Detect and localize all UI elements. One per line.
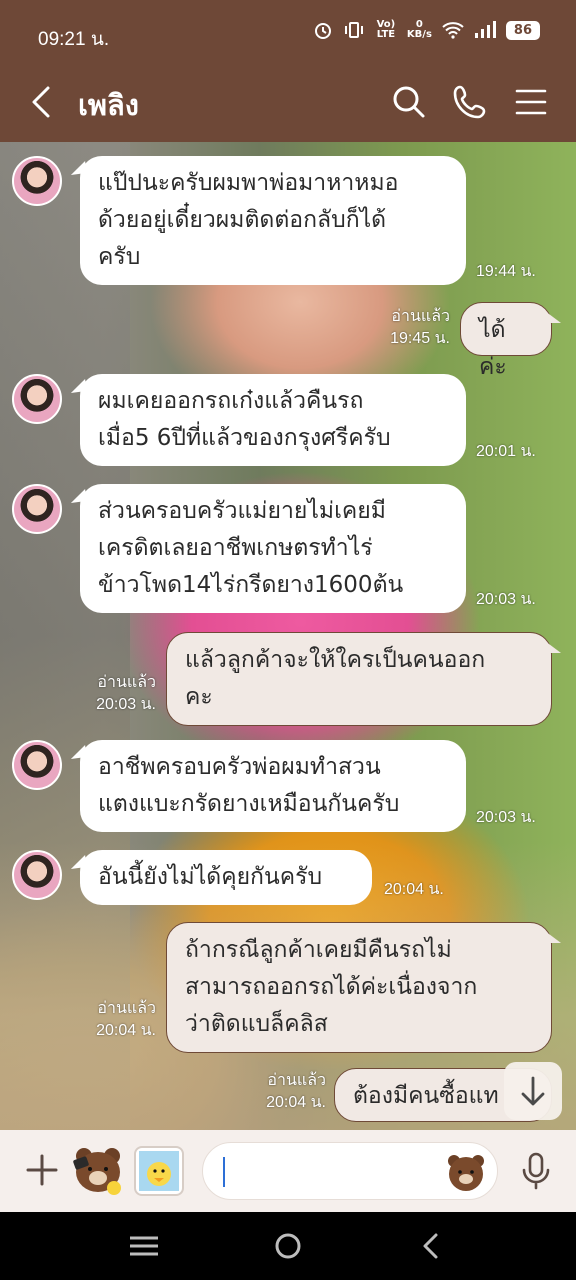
message-time: 20:04 น. (384, 881, 444, 898)
message-line: ด้วยอยู่เดี๋ยวผมติดต่อกลับก็ได้ (98, 207, 387, 233)
net-speed-unit: KB/s (406, 29, 432, 40)
message-line: ถ้ากรณีลูกค้าเคยมีคืนรถไม่ (185, 937, 452, 963)
message-time: 20:03 น. (476, 809, 536, 826)
scroll-to-bottom-button[interactable] (504, 1062, 562, 1120)
battery-indicator: 86 (505, 20, 540, 40)
message-line: ว่าติดแบล็คลิส (185, 1011, 328, 1037)
back-nav-icon[interactable] (412, 1230, 452, 1262)
signal-icon (474, 21, 496, 38)
message-time: 20:03 น. (96, 696, 156, 713)
wifi-icon (442, 22, 464, 39)
message-time: 20:03 น. (476, 591, 536, 608)
avatar[interactable] (12, 740, 62, 790)
incoming-message-bubble[interactable]: อันนี้ยังไม่ได้คุยกันครับ (80, 850, 372, 905)
message-meta: อ่านแล้ว 19:45 น. (376, 306, 450, 350)
alarm-icon (314, 23, 331, 39)
chat-header: เพลิง (0, 66, 576, 142)
text-caret (223, 1157, 225, 1187)
arrow-down-icon (521, 1076, 545, 1106)
status-bar: 09:21 น. Vo) LTE 0 KB/s 86 (0, 0, 576, 66)
avatar[interactable] (12, 484, 62, 534)
emoji-bear-icon[interactable] (445, 1151, 487, 1193)
read-receipt: อ่านแล้ว (97, 674, 156, 691)
back-icon[interactable] (26, 80, 62, 124)
message-line: แตงแบะกรัดยางเหมือนกันครับ (98, 791, 400, 817)
mic-icon[interactable] (518, 1150, 554, 1192)
outgoing-message-bubble[interactable]: แล้วลูกค้าจะให้ใครเป็นคนออก คะ (166, 632, 561, 726)
incoming-message-bubble[interactable]: อาชีพครอบครัวพ่อผมทำสวน แตงแบะกรัดยางเหม… (80, 740, 466, 832)
read-receipt: อ่านแล้ว (267, 1072, 326, 1089)
message-meta: อ่านแล้ว 20:04 น. (82, 998, 156, 1042)
message-line: ครับ (98, 244, 141, 270)
chat-area[interactable]: แป๊ปนะครับผมพาพ่อมาหาหมอ ด้วยอยู่เดี๋ยวผ… (0, 142, 576, 1130)
avatar[interactable] (12, 156, 62, 206)
message-line: แล้วลูกค้าจะให้ใครเป็นคนออก (185, 647, 486, 673)
message-line: ได้ค่ะ (479, 317, 507, 380)
status-icons: Vo) LTE 0 KB/s 86 (313, 20, 540, 40)
message-meta: อ่านแล้ว 20:03 น. (82, 672, 156, 716)
recent-apps-icon[interactable] (124, 1230, 164, 1262)
input-bar (0, 1130, 576, 1212)
system-nav-bar (0, 1212, 576, 1280)
message-line: แป๊ปนะครับผมพาพ่อมาหาหมอ (98, 170, 399, 196)
message-line: อันนี้ยังไม่ได้คุยกันครับ (98, 864, 323, 890)
message-time: 20:04 น. (96, 1022, 156, 1039)
message-time: 20:01 น. (476, 443, 536, 460)
incoming-message-bubble[interactable]: ผมเคยออกรถเก๋งแล้วคืนรถ เมื่อ5 6ปีที่แล้… (80, 374, 466, 466)
message-time: 20:04 น. (266, 1094, 326, 1111)
incoming-message-bubble[interactable]: ส่วนครอบครัวแม่ยายไม่เคยมี เครดิตเลยอาชี… (80, 484, 466, 613)
read-receipt: อ่านแล้ว (391, 308, 450, 325)
outgoing-message-bubble[interactable]: ได้ค่ะ (460, 302, 561, 380)
avatar[interactable] (12, 850, 62, 900)
phone-icon[interactable] (448, 80, 492, 124)
brown-bear-sticker-icon[interactable] (70, 1142, 126, 1198)
message-line: คะ (185, 684, 213, 710)
plus-icon[interactable] (24, 1150, 60, 1190)
message-line: อาชีพครอบครัวพ่อผมทำสวน (98, 754, 381, 780)
home-icon[interactable] (268, 1230, 308, 1262)
incoming-message-bubble[interactable]: แป๊ปนะครับผมพาพ่อมาหาหมอ ด้วยอยู่เดี๋ยวผ… (80, 156, 466, 285)
message-line: เมื่อ5 6ปีที่แล้วของกรุงศรีครับ (98, 425, 391, 451)
net-speed: 0 KB/s (407, 20, 432, 40)
volte-label: Vo) LTE (376, 19, 396, 40)
message-time: 19:44 น. (476, 263, 536, 280)
search-icon[interactable] (386, 80, 430, 124)
chat-title: เพลิง (78, 88, 139, 122)
message-line: สามารถออกรถได้ค่ะเนื่องจาก (185, 974, 478, 1000)
message-line: ข้าวโพด14ไร่กรีดยาง1600ต้น (98, 572, 404, 598)
message-meta: อ่านแล้ว 20:04 น. (252, 1070, 326, 1114)
message-line: เครดิตเลยอาชีพเกษตรทำไร่ (98, 535, 373, 561)
read-receipt: อ่านแล้ว (97, 1000, 156, 1017)
message-line: ผมเคยออกรถเก๋งแล้วคืนรถ (98, 388, 364, 414)
outgoing-message-bubble[interactable]: ถ้ากรณีลูกค้าเคยมีคืนรถไม่ สามารถออกรถได… (166, 922, 561, 1053)
status-time: 09:21 น. (38, 29, 110, 50)
avatar[interactable] (12, 374, 62, 424)
sally-sticker-icon[interactable] (134, 1146, 184, 1196)
message-time: 19:45 น. (390, 330, 450, 347)
message-input[interactable] (202, 1142, 498, 1200)
message-line: ส่วนครอบครัวแม่ยายไม่เคยมี (98, 498, 386, 524)
vibrate-icon (344, 22, 363, 38)
menu-icon[interactable] (509, 80, 553, 124)
